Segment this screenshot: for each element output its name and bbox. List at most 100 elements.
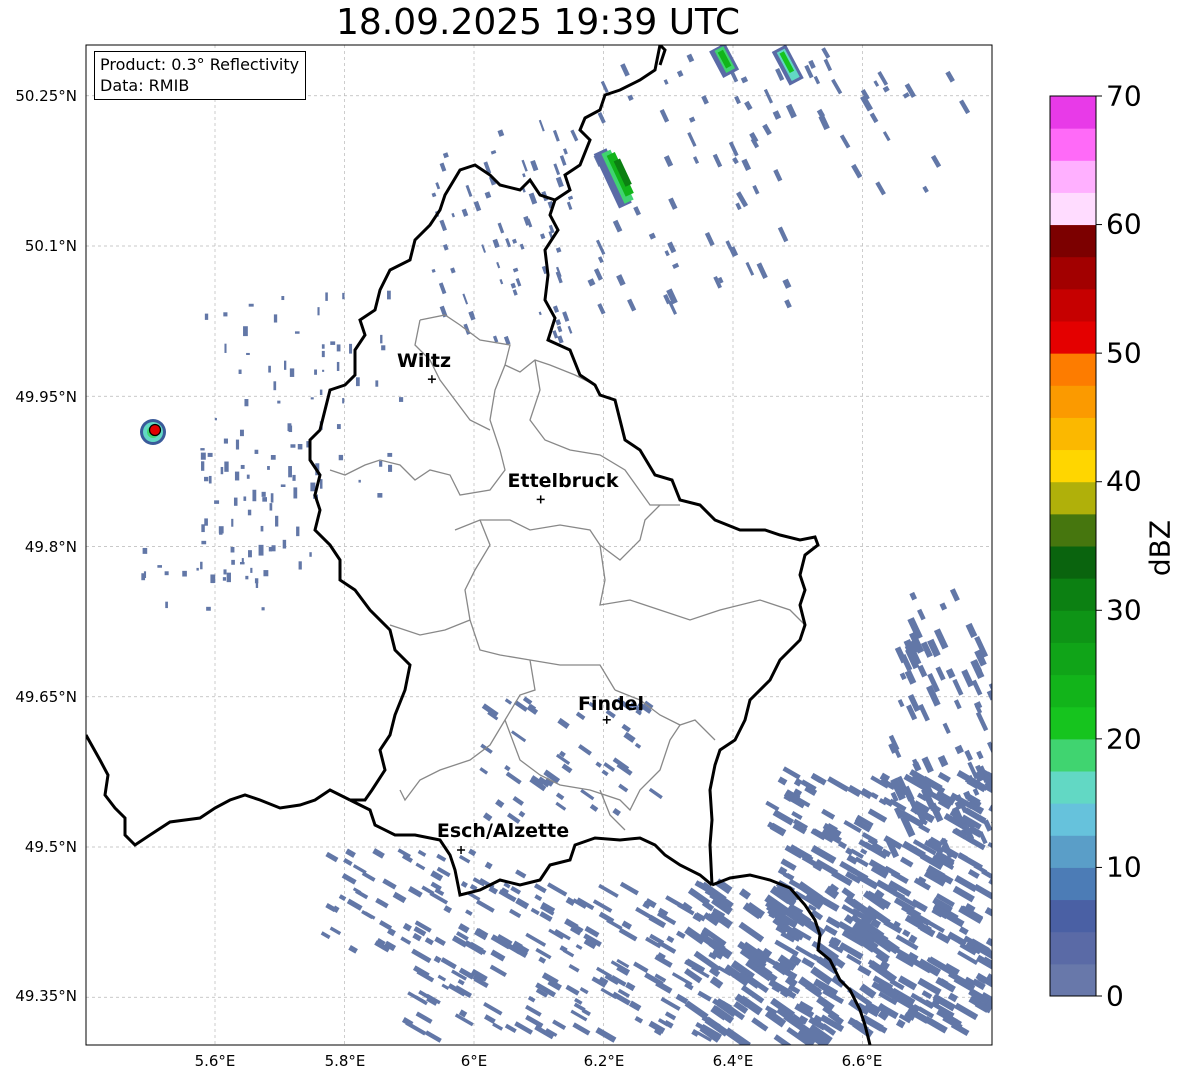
echo-cell (381, 345, 386, 351)
echo-cell (309, 552, 312, 557)
echo-cell (157, 565, 162, 568)
echo-cell (243, 326, 248, 337)
echo-cell (379, 460, 383, 467)
lat-label: 49.5°N (24, 838, 77, 856)
echo-cell (206, 606, 211, 611)
echo-cell (310, 482, 316, 492)
echo-cell (223, 569, 227, 575)
echo-cell (164, 571, 169, 576)
echo-cell (271, 545, 276, 552)
colorbar-segment (1050, 192, 1096, 226)
colorbar-segment (1050, 256, 1096, 290)
colorbar-segment (1050, 160, 1096, 193)
colorbar-segment (1050, 224, 1096, 258)
colorbar-segment (1050, 449, 1096, 483)
echo-cell (284, 360, 287, 370)
echo-cell (288, 425, 293, 433)
echo-cell (280, 484, 286, 488)
echo-cell (349, 343, 353, 354)
echo-cell (294, 331, 300, 334)
echo-cell (994, 823, 1012, 836)
echo-cell (993, 807, 1003, 818)
lat-label: 49.95°N (15, 388, 77, 406)
colorbar-segment (1050, 610, 1096, 643)
lon-label: 6.2°E (583, 1052, 625, 1070)
city-label-wiltz: Wiltz (396, 350, 452, 372)
echo-cell (214, 500, 220, 504)
echo-cell (290, 444, 296, 448)
echo-cell (243, 496, 247, 501)
colorbar-segment (1050, 867, 1096, 901)
echo-cell (196, 567, 199, 571)
echo-cell (223, 312, 228, 317)
echo-cell (165, 601, 168, 609)
echo-cell (245, 575, 249, 580)
echo-cell (377, 493, 383, 498)
echo-cell (375, 380, 379, 387)
echo-cell (238, 369, 242, 374)
echo-cell (388, 464, 393, 472)
echo-cell (273, 314, 278, 323)
echo-cell (222, 577, 227, 581)
info-box: Product: 0.3° Reflectivity Data: RMIB (94, 51, 307, 100)
echo-cell (994, 874, 1014, 889)
echo-cell (358, 479, 361, 483)
echo-cell (273, 381, 277, 391)
echo-cell (208, 475, 212, 484)
lat-label: 50.1°N (24, 237, 77, 255)
echo-cell (281, 296, 285, 301)
echo-cell (207, 452, 213, 457)
echo-cell (993, 831, 1015, 846)
echo-cell (261, 491, 266, 497)
echo-cell (231, 518, 234, 527)
echo-cell (314, 369, 318, 375)
colorbar-segment (1050, 803, 1096, 836)
colorbar-segment (1050, 899, 1096, 933)
map-title: 18.09.2025 19:39 UTC (335, 2, 741, 43)
echo-cell (268, 365, 271, 373)
echo-cell (223, 438, 228, 444)
echo-cell (269, 503, 273, 511)
colorbar-segment (1050, 674, 1096, 708)
echo-cell (182, 570, 187, 577)
echo-cell (143, 571, 147, 579)
echo-cell (992, 670, 1005, 688)
echo-cell (325, 292, 328, 301)
lon-label: 5.6°E (194, 1052, 236, 1070)
echo-cell (993, 617, 1005, 634)
colorbar-segment (1050, 578, 1096, 611)
lat-label: 49.8°N (24, 538, 77, 556)
echo-cell (218, 526, 224, 534)
echo-cell (260, 525, 264, 532)
colorbar-segment (1050, 96, 1096, 129)
echo-cell (342, 398, 345, 404)
colorbar-label: dBZ (1143, 519, 1177, 577)
echo-cell (201, 524, 205, 533)
echo-cell (275, 515, 279, 527)
colorbar-segment (1050, 738, 1096, 772)
colorbar-tick-label: 40 (1106, 464, 1142, 498)
colorbar-segment (1050, 385, 1096, 418)
lon-label: 6°E (460, 1052, 488, 1070)
echo-cell (250, 567, 253, 573)
echo-cell (200, 561, 203, 570)
echo-cell (355, 377, 360, 387)
echo-cell (993, 807, 1008, 828)
colorbar-tick-label: 0 (1106, 979, 1124, 1013)
colorbar-segment (1050, 321, 1096, 354)
echo-cell (226, 572, 231, 583)
colorbar-segment (1050, 963, 1096, 997)
colorbar-tick-label: 10 (1106, 850, 1142, 884)
colorbar-tick-label: 70 (1106, 79, 1142, 113)
echo-cell (298, 561, 302, 570)
city-label-esch-alzette: Esch/Alzette (436, 820, 570, 842)
colorbar-tick-label: 30 (1106, 593, 1142, 627)
echo-cell (270, 493, 274, 503)
colorbar-segment (1050, 513, 1096, 547)
echo-cell (338, 454, 344, 461)
echo-cell (248, 550, 252, 558)
echo-cell (210, 577, 215, 584)
echo-cell (204, 476, 209, 482)
echo-cell (248, 303, 254, 307)
echo-cell (398, 397, 404, 402)
